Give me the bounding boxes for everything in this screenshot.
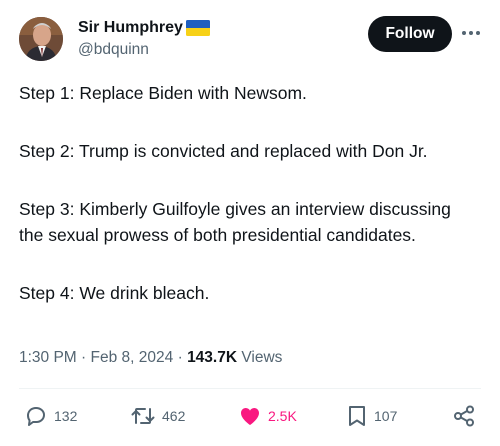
tweet-text: Step 1: Replace Biden with Newsom. Step …	[19, 80, 479, 306]
share-button[interactable]	[452, 402, 476, 430]
more-options-icon[interactable]	[460, 24, 482, 42]
avatar[interactable]	[19, 17, 63, 61]
ukraine-flag-icon	[186, 20, 210, 36]
repost-icon	[131, 408, 155, 424]
divider	[19, 388, 481, 389]
tweet-time[interactable]: 1:30 PM	[19, 349, 77, 366]
follow-button[interactable]: Follow	[368, 16, 452, 52]
tweet-line-1: Step 1: Replace Biden with Newsom.	[19, 83, 307, 103]
bookmark-count: 107	[374, 408, 398, 424]
meta-separator: ·	[177, 349, 183, 366]
share-icon	[454, 405, 474, 427]
like-count: 2.5K	[268, 408, 297, 424]
tweet-line-4: Step 4: We drink bleach.	[19, 283, 210, 303]
views-label: Views	[241, 349, 283, 366]
like-button[interactable]: 2.5K	[238, 402, 297, 430]
reply-count: 132	[54, 408, 78, 424]
tweet-meta: 1:30 PM · Feb 8, 2024 · 143.7K Views	[19, 348, 282, 368]
tweet-line-2: Step 2: Trump is convicted and replaced …	[19, 141, 428, 161]
bookmark-icon	[349, 406, 365, 426]
reply-button[interactable]: 132	[24, 402, 77, 430]
repost-count: 462	[162, 408, 186, 424]
tweet-line-3: Step 3: Kimberly Guilfoyle gives an inte…	[19, 199, 451, 245]
display-name[interactable]: Sir Humphrey	[78, 18, 183, 38]
user-handle[interactable]: @bdquinn	[78, 40, 149, 60]
bookmark-button[interactable]: 107	[346, 402, 397, 430]
tweet-date[interactable]: Feb 8, 2024	[91, 349, 174, 366]
tweet: Sir Humphrey @bdquinn Follow Step 1: Rep…	[0, 0, 500, 446]
reply-icon	[27, 407, 45, 426]
repost-button[interactable]: 462	[130, 402, 185, 430]
meta-separator: ·	[81, 349, 87, 366]
views-count: 143.7K	[187, 349, 238, 366]
heart-icon	[241, 408, 259, 425]
